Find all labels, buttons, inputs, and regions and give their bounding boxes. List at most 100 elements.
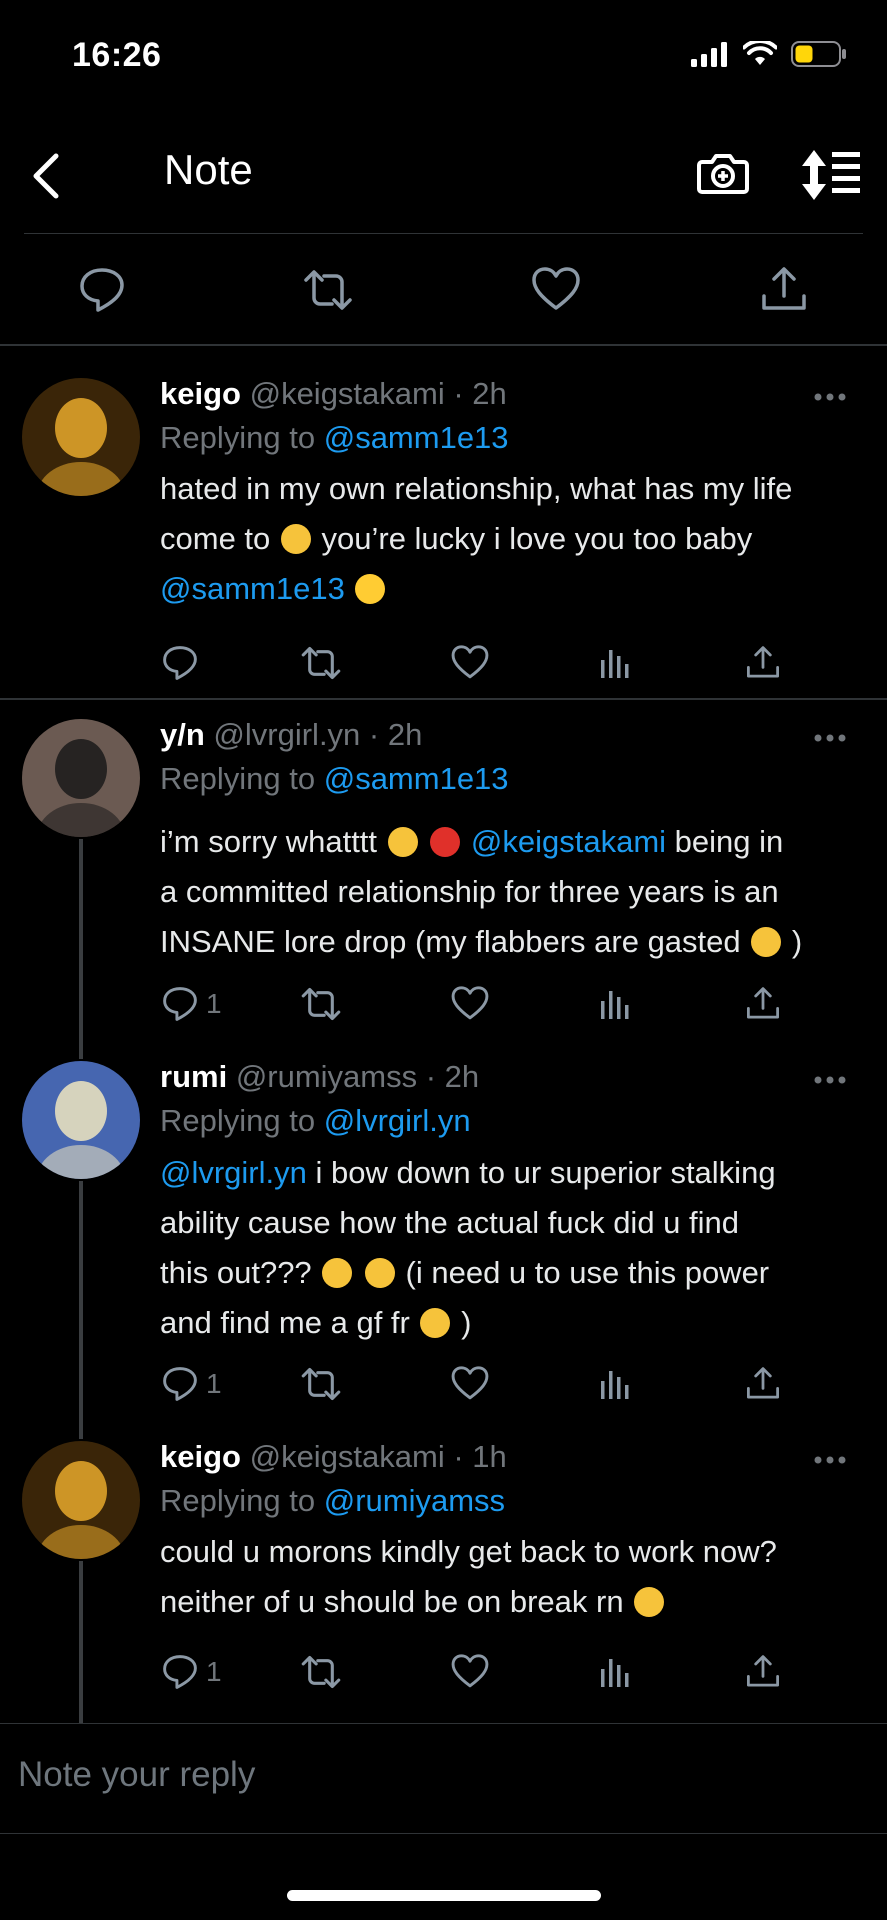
flushed-face-icon (387, 827, 418, 857)
back-button[interactable] (30, 146, 70, 206)
replying-to-label: Replying to (160, 1103, 324, 1138)
tweet-header: y/n @lvrgirl.yn · 2h (160, 717, 847, 753)
comment-icon (80, 268, 124, 312)
analytics-icon (601, 1659, 629, 1687)
renote-button[interactable] (300, 982, 342, 1026)
mention-link[interactable]: @samm1e13 (160, 571, 345, 606)
reply-count: 1 (206, 1368, 222, 1399)
share-button[interactable] (758, 264, 810, 316)
analytics-button[interactable] (598, 641, 632, 685)
home-indicator (287, 1890, 601, 1901)
renote-button[interactable] (300, 1650, 342, 1694)
share-icon (746, 1655, 780, 1687)
status-bar: 16:26 (0, 0, 887, 110)
share-button[interactable] (744, 641, 782, 685)
heart-icon (451, 645, 489, 679)
sleepy-face-icon (280, 524, 311, 554)
text-segment: a committed relationship for three years… (160, 874, 779, 909)
heart-icon (451, 986, 489, 1020)
tweet-text: could u morons kindly get back to work n… (160, 1527, 860, 1627)
share-button[interactable] (744, 1650, 782, 1694)
add-photo-button[interactable] (696, 146, 750, 200)
like-button[interactable] (450, 982, 490, 1026)
more-options-button[interactable] (813, 1445, 847, 1475)
double-exclamation-icon (430, 827, 461, 857)
display-name[interactable]: keigo (160, 1439, 241, 1474)
tweet-text-line: come to you’re lucky i love you too baby (160, 514, 860, 564)
text-segment: ) (783, 924, 803, 959)
analytics-button[interactable] (598, 982, 632, 1026)
display-name[interactable]: rumi (160, 1059, 227, 1094)
share-button[interactable] (744, 982, 782, 1026)
reply-button[interactable] (160, 641, 206, 685)
avatar[interactable] (22, 378, 140, 496)
thread-connector (79, 1561, 83, 1723)
replying-to: Replying to @lvrgirl.yn (160, 1103, 471, 1139)
status-time: 16:26 (72, 36, 162, 74)
more-options-button[interactable] (813, 1065, 847, 1095)
mention-link[interactable]: @lvrgirl.yn (160, 1155, 307, 1190)
avatar[interactable] (22, 719, 140, 837)
mention-link[interactable]: @lvrgirl.yn (324, 1103, 471, 1138)
thread-connector (79, 1181, 83, 1439)
tweet-text-line: @samm1e13 (160, 564, 860, 614)
handle-and-time: @keigstakami · 2h (249, 376, 507, 411)
mention-link[interactable]: @keigstakami (471, 824, 666, 859)
tweet-text-line: INSANE lore drop (my flabbers are gasted… (160, 917, 860, 967)
like-button[interactable] (450, 641, 490, 685)
reply-button[interactable]: 1 (160, 982, 222, 1026)
like-button[interactable] (530, 264, 582, 316)
heart-icon (451, 1366, 489, 1400)
sort-button[interactable] (800, 148, 862, 202)
tweet-header: keigo @keigstakami · 1h (160, 1439, 847, 1475)
wifi-icon (743, 41, 777, 65)
more-icon (814, 1456, 846, 1464)
tweet-text-line: ability cause how the actual fuck did u … (160, 1198, 860, 1248)
retweet-icon (301, 1367, 341, 1401)
mention-link[interactable]: @samm1e13 (324, 420, 509, 455)
raised-eyebrow-face-icon (634, 1587, 665, 1617)
reply-input[interactable]: Note your reply (18, 1755, 255, 1795)
reply-button[interactable]: 1 (160, 1362, 222, 1406)
more-icon (814, 1076, 846, 1084)
avatar[interactable] (22, 1061, 140, 1179)
display-name[interactable]: y/n (160, 717, 205, 752)
like-button[interactable] (450, 1650, 490, 1694)
mention-link[interactable]: @samm1e13 (324, 761, 509, 796)
tweet-actions: 1 (160, 982, 800, 1026)
handle-and-time: @keigstakami · 1h (249, 1439, 507, 1474)
text-segment: INSANE lore drop (my flabbers are gasted (160, 924, 750, 959)
heart-icon (451, 1654, 489, 1688)
renote-button[interactable] (300, 641, 342, 685)
replying-to-label: Replying to (160, 420, 324, 455)
share-button[interactable] (744, 1362, 782, 1406)
heart-icon (532, 267, 580, 310)
text-segment (345, 571, 354, 606)
tweet-actions (160, 641, 800, 685)
analytics-button[interactable] (598, 1650, 632, 1694)
like-button[interactable] (450, 1362, 490, 1406)
more-options-button[interactable] (813, 382, 847, 412)
renote-button[interactable] (300, 1362, 342, 1406)
renote-button[interactable] (302, 264, 354, 316)
nav-bar: Note (0, 120, 887, 232)
share-icon (746, 646, 780, 678)
more-options-button[interactable] (813, 723, 847, 753)
text-segment: i’m sorry whatttt (160, 824, 386, 859)
tweet-text: i’m sorry whatttt @keigstakami being in a… (160, 817, 860, 967)
chevron-left-icon (33, 153, 59, 199)
share-icon (746, 1367, 780, 1399)
display-name[interactable]: keigo (160, 376, 241, 411)
handle-and-time: @lvrgirl.yn · 2h (213, 717, 423, 752)
handle-and-time: @rumiyamss · 2h (235, 1059, 480, 1094)
reply-button[interactable] (76, 264, 128, 316)
avatar[interactable] (22, 1441, 140, 1559)
tweet-header: rumi @rumiyamss · 2h (160, 1059, 847, 1095)
share-icon (746, 987, 780, 1019)
mention-link[interactable]: @rumiyamss (324, 1483, 505, 1518)
analytics-button[interactable] (598, 1362, 632, 1406)
avatar-image (22, 378, 140, 496)
reply-button[interactable]: 1 (160, 1650, 222, 1694)
reply-composer[interactable]: Note your reply (0, 1725, 887, 1835)
tweet-text-line: and find me a gf fr ) (160, 1298, 860, 1348)
